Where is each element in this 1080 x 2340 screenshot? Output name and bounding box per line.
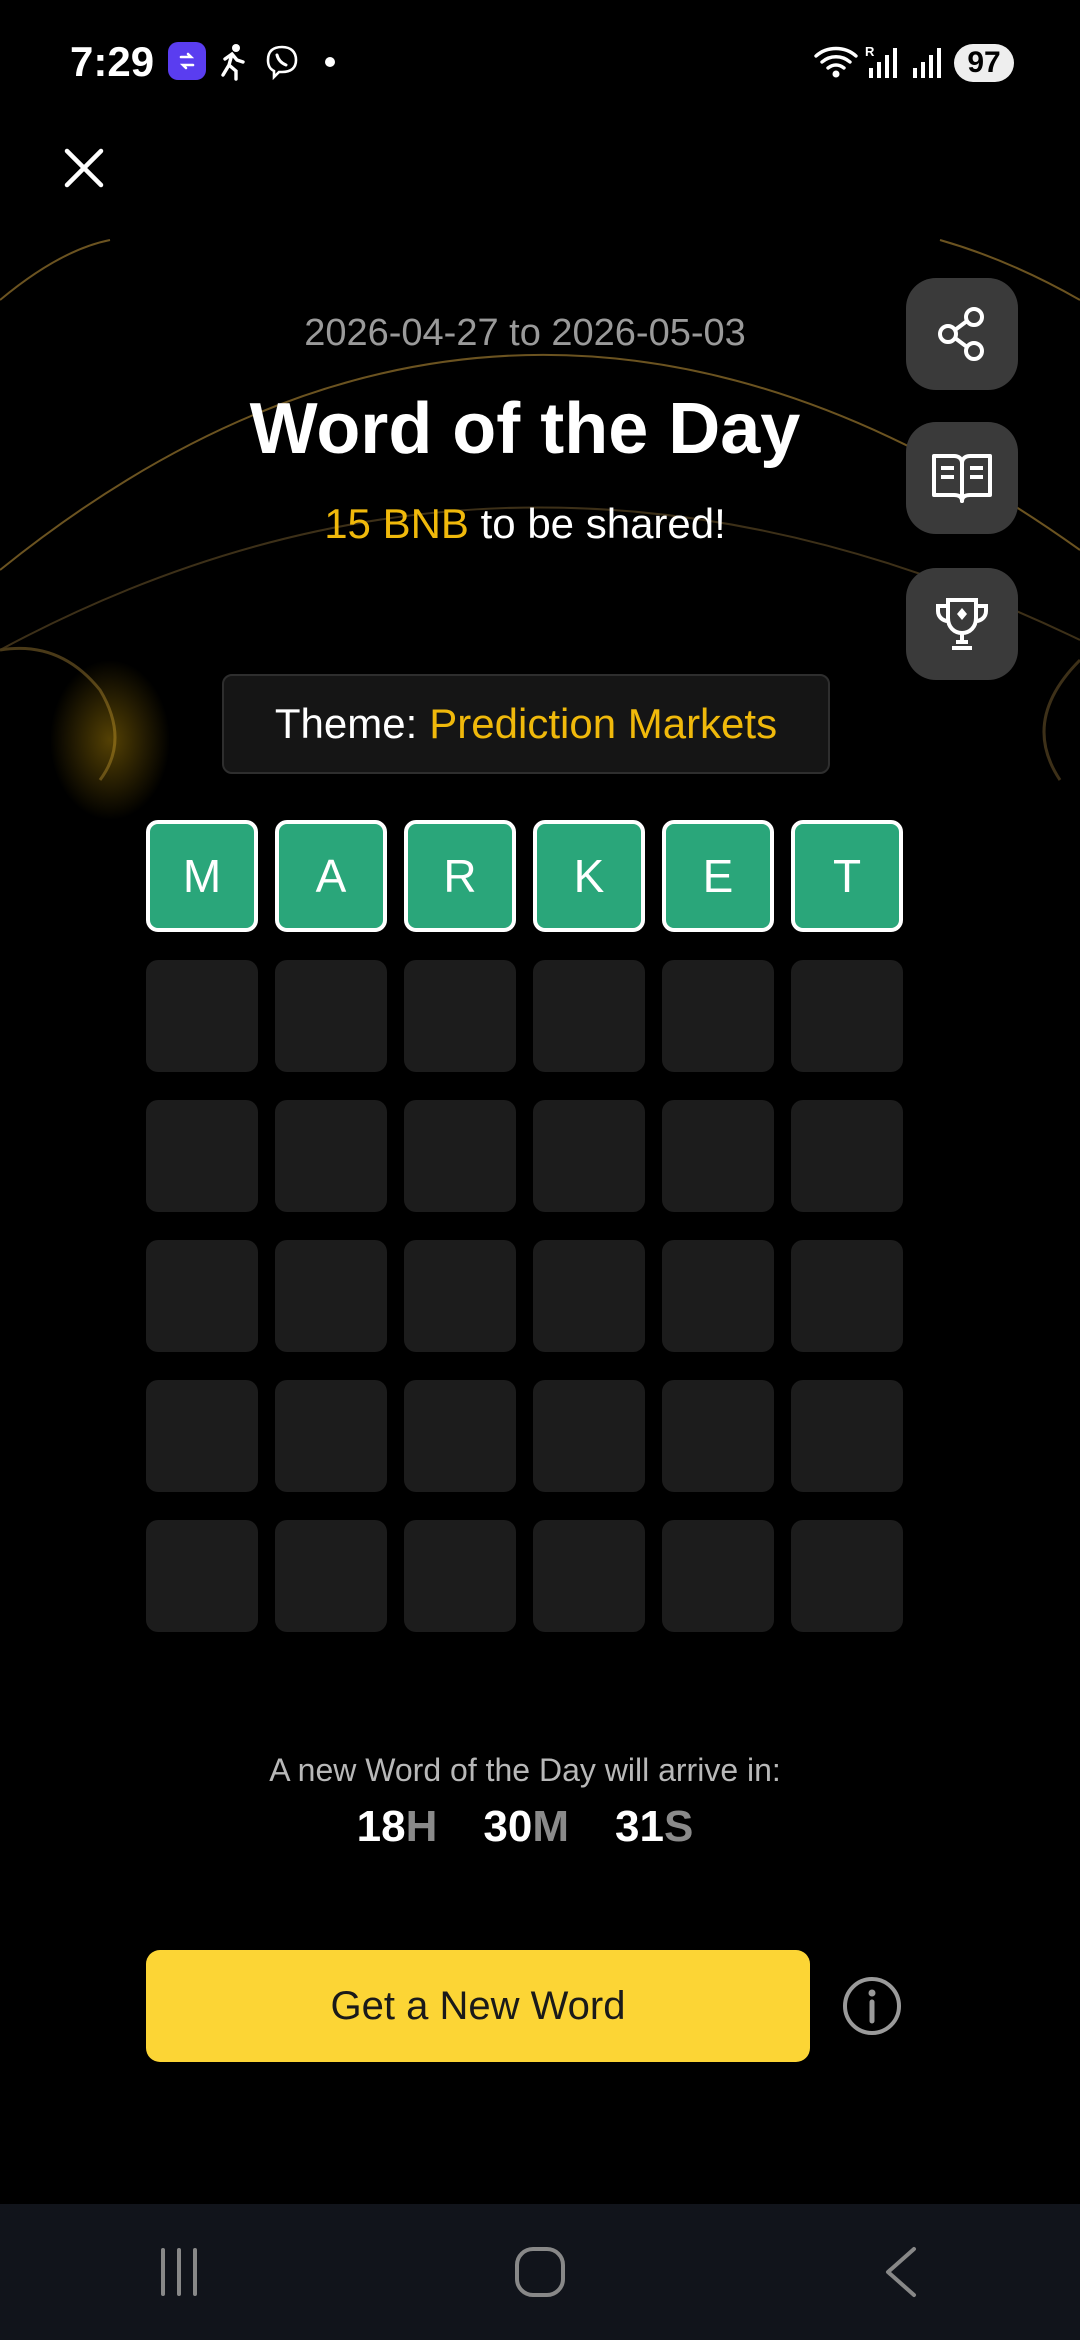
app-badge-icon — [168, 42, 206, 80]
info-button[interactable] — [842, 1976, 902, 2036]
board-tile — [146, 1240, 258, 1352]
trophy-icon — [936, 598, 988, 650]
word-board: M A R K E T — [146, 820, 906, 1632]
board-tile — [146, 1520, 258, 1632]
back-button[interactable] — [850, 2232, 950, 2312]
board-tile — [275, 1520, 387, 1632]
close-button[interactable] — [54, 138, 114, 198]
board-tile: R — [404, 820, 516, 932]
board-tile — [275, 960, 387, 1072]
prize-amount: 15 BNB — [324, 500, 469, 547]
recents-icon — [161, 2248, 197, 2296]
date-range: 2026-04-27 to 2026-05-03 — [304, 312, 746, 354]
board-tile — [662, 960, 774, 1072]
board-tile — [404, 1100, 516, 1212]
leaderboard-button[interactable] — [906, 568, 1018, 680]
board-tile — [146, 1380, 258, 1492]
board-tile — [662, 1100, 774, 1212]
countdown-hours-unit: H — [405, 1802, 438, 1851]
board-tile: K — [533, 820, 645, 932]
viber-icon — [262, 42, 302, 82]
board-tile — [533, 1380, 645, 1492]
board-tile — [275, 1380, 387, 1492]
countdown-seconds: 31 — [615, 1802, 664, 1851]
status-bar: 7:29 R 97 — [0, 0, 1080, 120]
board-tile — [662, 1380, 774, 1492]
page-title: Word of the Day — [249, 389, 801, 469]
board-tile — [533, 960, 645, 1072]
theme-label: Theme: — [274, 700, 418, 747]
roaming-signal-icon: R — [864, 42, 902, 82]
rules-button[interactable] — [906, 422, 1018, 534]
board-tile — [662, 1240, 774, 1352]
theme-box: Theme: Prediction Markets — [222, 674, 830, 774]
prize-text: 15 BNB to be shared! — [0, 500, 1050, 548]
board-tile — [404, 1520, 516, 1632]
theme-value: Prediction Markets — [429, 700, 778, 747]
board-tile — [791, 1380, 903, 1492]
board-tile — [662, 1520, 774, 1632]
board-tile — [791, 960, 903, 1072]
info-icon — [843, 1977, 901, 2035]
board-tile — [275, 1240, 387, 1352]
countdown-caption: A new Word of the Day will arrive in: — [269, 1752, 781, 1788]
board-tile — [533, 1240, 645, 1352]
board-tile — [404, 1380, 516, 1492]
share-icon — [938, 307, 984, 361]
board-tile: M — [146, 820, 258, 932]
board-tile — [791, 1520, 903, 1632]
system-nav-bar — [0, 2204, 1080, 2340]
countdown-timer: 18H 30M 31S — [0, 1802, 1050, 1852]
battery-indicator: 97 — [954, 44, 1014, 82]
board-tile — [146, 960, 258, 1072]
home-button[interactable] — [490, 2232, 590, 2312]
share-button[interactable] — [906, 278, 1018, 390]
countdown-minutes-unit: M — [532, 1802, 570, 1851]
board-tile — [275, 1100, 387, 1212]
board-tile — [533, 1520, 645, 1632]
running-icon — [214, 42, 250, 82]
countdown-hours: 18 — [356, 1802, 406, 1851]
countdown-seconds-unit: S — [663, 1802, 694, 1851]
countdown-minutes: 30 — [483, 1802, 533, 1851]
prize-suffix: to be shared! — [468, 500, 726, 547]
board-tile — [533, 1100, 645, 1212]
wifi-icon — [812, 42, 860, 82]
board-tile — [791, 1100, 903, 1212]
dot-icon — [320, 42, 340, 82]
board-tile — [404, 1240, 516, 1352]
board-tile: T — [791, 820, 903, 932]
close-icon — [64, 148, 104, 188]
signal-icon — [908, 42, 946, 82]
book-icon — [932, 454, 992, 503]
status-time: 7:29 — [70, 38, 155, 85]
board-tile: A — [275, 820, 387, 932]
board-tile — [146, 1100, 258, 1212]
board-tile: E — [662, 820, 774, 932]
get-new-word-button[interactable]: Get a New Word — [146, 1950, 810, 2062]
svg-text:R: R — [865, 44, 875, 59]
recents-button[interactable] — [130, 2232, 230, 2312]
board-tile — [404, 960, 516, 1072]
back-icon — [886, 2247, 916, 2297]
home-icon — [515, 2247, 565, 2297]
board-tile — [791, 1240, 903, 1352]
